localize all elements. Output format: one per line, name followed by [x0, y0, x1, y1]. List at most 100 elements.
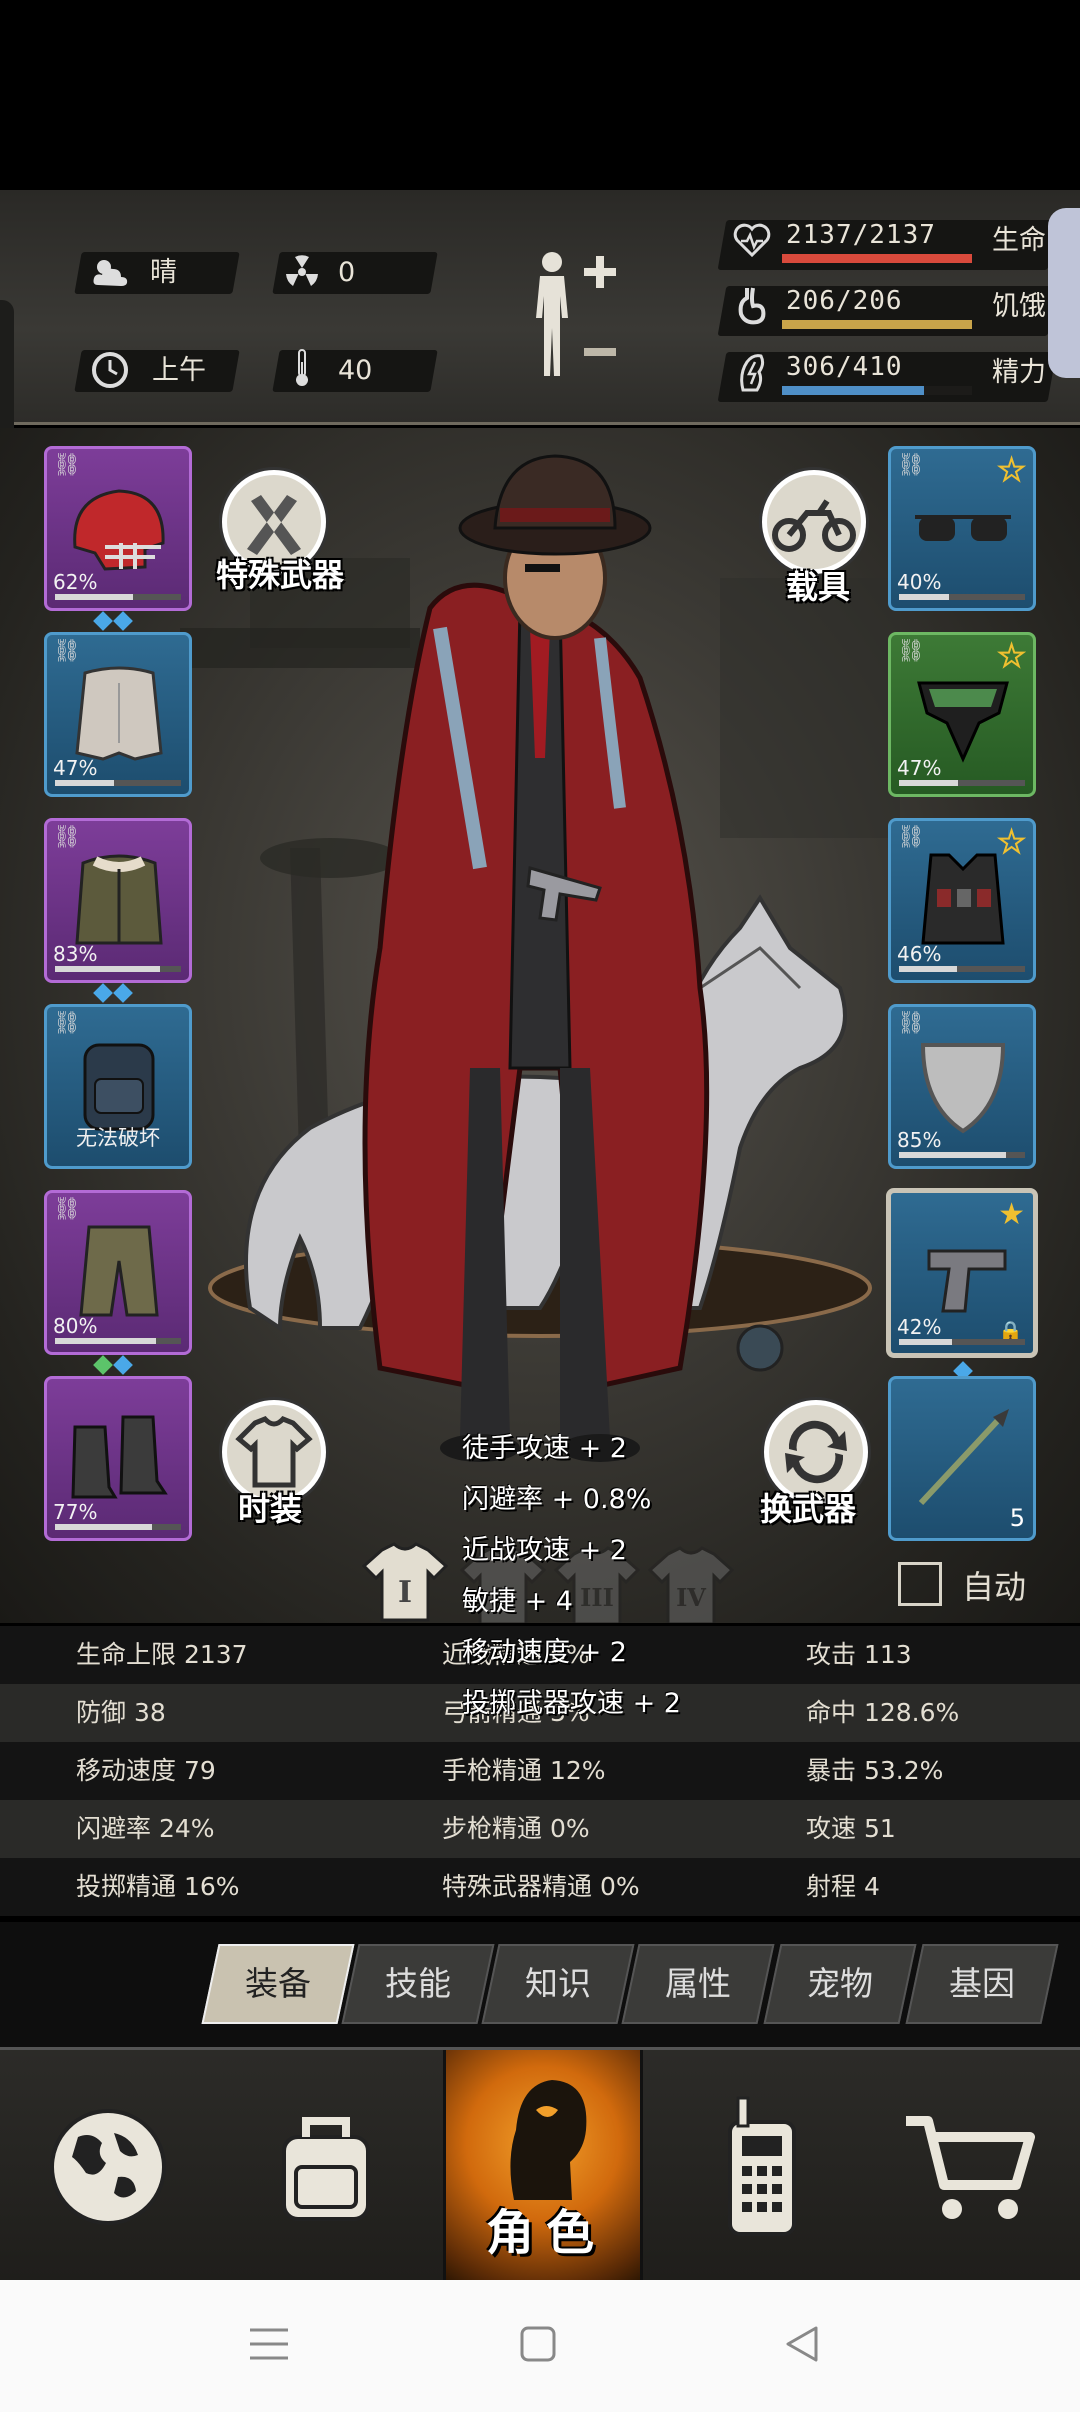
- menu-icon[interactable]: [248, 2324, 290, 2364]
- stat-cell: 暴击 53.2%: [806, 1756, 944, 1785]
- temperature-value: 40: [338, 355, 373, 386]
- character-icon: [510, 2080, 587, 2200]
- slot-jacket[interactable]: ⛓ 83%: [44, 818, 192, 983]
- stat-cell: 生命上限 2137: [76, 1640, 248, 1669]
- cloud-sun-icon: [88, 250, 132, 294]
- character-label: 角色: [485, 2205, 606, 2261]
- cart-icon: [906, 2115, 1035, 2219]
- pistol-icon: [927, 1249, 1007, 1313]
- energy-icon: [730, 350, 774, 394]
- health-bar: [782, 254, 972, 263]
- home-icon[interactable]: [518, 2324, 558, 2364]
- slot-pistol[interactable]: ★ 42% 🔒: [886, 1188, 1038, 1358]
- slot-durability: 无法破坏: [76, 1126, 160, 1150]
- slot-durability: 62%: [53, 570, 98, 594]
- table-row: 移动速度 79 手枪精通 12% 暴击 53.2%: [0, 1742, 1080, 1800]
- nav-world-map[interactable]: [8, 2050, 208, 2283]
- nav-inventory[interactable]: [226, 2050, 426, 2283]
- tier-1-button[interactable]: I: [362, 1540, 448, 1622]
- switch-weapon-label: 换武器: [760, 1490, 857, 1528]
- slot-durability: 85%: [897, 1128, 942, 1152]
- backpack-icon: [282, 2116, 370, 2221]
- durability-bar: [55, 966, 181, 972]
- slot-backpack[interactable]: ⛓ 无法破坏: [44, 1004, 192, 1169]
- chain-link-icon: ⛓: [53, 1197, 81, 1222]
- tooltip-line: 投掷武器攻速 + 2: [462, 1688, 681, 1719]
- chain-link-icon: ⛓: [897, 1011, 925, 1036]
- slot-pants[interactable]: ⛓ 80%: [44, 1190, 192, 1355]
- back-icon[interactable]: [782, 2324, 822, 2364]
- stat-cell: 手枪精通 12%: [442, 1756, 606, 1785]
- hunger-label: 饥饿: [992, 291, 1046, 322]
- tooltip-line: 近战攻速 + 2: [462, 1535, 627, 1566]
- svg-text:IV: IV: [676, 1583, 706, 1612]
- system-nav-bar: [0, 2280, 1080, 2412]
- energy-value: 306/410: [786, 352, 903, 382]
- item-quantity: 5: [1009, 1504, 1025, 1532]
- durability-bar: [899, 1152, 1025, 1158]
- chain-link-icon: ⛓: [897, 639, 925, 664]
- hunger-bar: [782, 320, 972, 329]
- radio-icon: [728, 2096, 796, 2236]
- slot-shirt[interactable]: ⛓ 47%: [44, 632, 192, 797]
- slot-spear[interactable]: 5: [888, 1376, 1036, 1541]
- tooltip-line: 移动速度 + 2: [462, 1637, 627, 1668]
- nav-shop[interactable]: [870, 2050, 1070, 2283]
- slot-vest[interactable]: ⛓ ★ 46%: [888, 818, 1036, 983]
- stat-cell: 闪避率 24%: [76, 1814, 215, 1843]
- gem-sockets: [93, 1355, 133, 1375]
- nav-character[interactable]: 角色: [443, 2050, 643, 2283]
- special-weapon-label: 特殊武器: [216, 556, 345, 594]
- shield-icon: [920, 1043, 1006, 1134]
- fashion-label: 时装: [238, 1490, 303, 1528]
- vehicle-button[interactable]: [762, 470, 866, 574]
- tooltip-line: 徒手攻速 + 2: [462, 1433, 627, 1464]
- tier-4-button[interactable]: IV: [648, 1544, 734, 1623]
- slot-boots[interactable]: 77%: [44, 1376, 192, 1541]
- stat-cell: 移动速度 79: [76, 1756, 216, 1785]
- slot-sunglasses[interactable]: ⛓ ★ 40%: [888, 446, 1036, 611]
- tab-label: 装备: [245, 1964, 311, 2003]
- stat-cell: 攻击 113: [806, 1640, 912, 1669]
- chain-link-icon: ⛓: [897, 453, 925, 478]
- gem-sockets: [93, 983, 133, 1003]
- tab-label: 知识: [525, 1964, 591, 2003]
- table-row: 投掷精通 16% 特殊武器精通 0% 射程 4: [0, 1858, 1080, 1916]
- gas-mask-icon: [917, 681, 1009, 763]
- auto-checkbox[interactable]: [898, 1562, 942, 1606]
- backpack-icon: [83, 1043, 155, 1131]
- durability-bar: [899, 780, 1025, 786]
- health-value: 2137/2137: [786, 220, 936, 250]
- slot-durability: 46%: [897, 942, 942, 966]
- durability-bar: [899, 1339, 1025, 1345]
- side-drawer-handle[interactable]: [1048, 208, 1080, 378]
- globe-icon: [50, 2108, 166, 2225]
- slot-shield[interactable]: ⛓ 85%: [888, 1004, 1036, 1169]
- slot-gas-mask[interactable]: ⛓ ★ 47%: [888, 632, 1036, 797]
- nav-radio[interactable]: [662, 2050, 862, 2283]
- vest-icon: [921, 853, 1005, 945]
- durability-bar: [55, 1524, 181, 1530]
- stat-cell: 命中 128.6%: [806, 1698, 960, 1727]
- tab-label: 属性: [665, 1964, 731, 2003]
- gem-sockets: [93, 611, 133, 631]
- svg-text:III: III: [580, 1583, 614, 1612]
- health-label: 生命: [992, 225, 1046, 256]
- helmet-icon: [73, 489, 165, 571]
- tab-label: 基因: [949, 1964, 1015, 2003]
- clock-icon: [88, 348, 132, 392]
- heart-icon: [730, 218, 774, 262]
- energy-label: 精力: [992, 357, 1046, 388]
- stat-cell: 攻速 51: [806, 1814, 896, 1843]
- body-figure-icon[interactable]: [520, 246, 620, 386]
- pants-icon: [79, 1225, 159, 1317]
- motorcycle-icon: [772, 499, 856, 552]
- radiation-icon: [280, 250, 324, 294]
- durability-bar: [55, 1338, 181, 1344]
- chain-link-icon: ⛓: [53, 825, 81, 850]
- stat-cell: 特殊武器精通 0%: [442, 1872, 640, 1901]
- time-of-day: 上午: [152, 355, 206, 386]
- tooltip-line: 闪避率 + 0.8%: [462, 1484, 652, 1515]
- svg-text:I: I: [398, 1575, 412, 1610]
- slot-helmet[interactable]: ⛓ 62%: [44, 446, 192, 611]
